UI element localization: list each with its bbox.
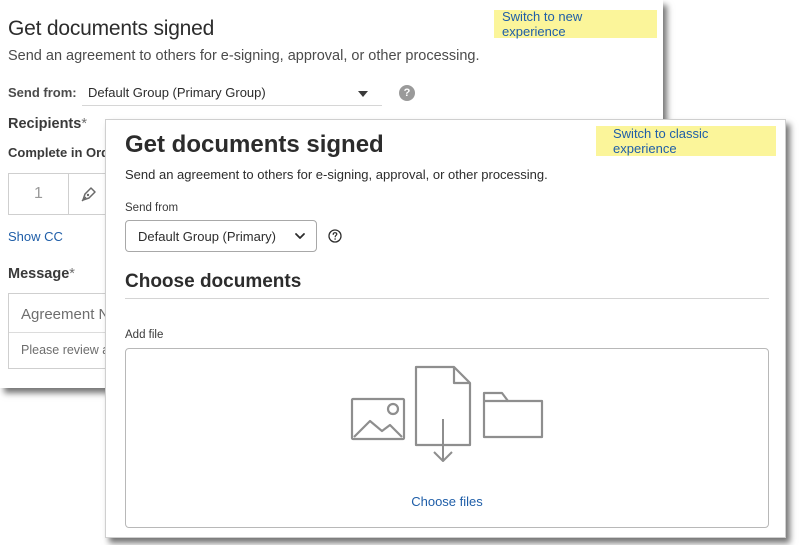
- send-from-label: Send from: [125, 202, 179, 214]
- show-cc-link[interactable]: Show CC: [8, 229, 63, 244]
- complete-in-order-label[interactable]: Complete in Ord: [8, 145, 109, 160]
- send-from-select[interactable]: Default Group (Primary Group): [82, 80, 382, 106]
- page-title: Get documents signed: [8, 17, 215, 40]
- caret-down-icon: [358, 91, 368, 97]
- new-experience-panel: Get documents signed Switch to classic e…: [105, 119, 786, 538]
- file-dropzone[interactable]: Choose files: [125, 348, 769, 528]
- send-from-value: Default Group (Primary): [138, 228, 276, 244]
- page-title: Get documents signed: [125, 131, 384, 158]
- choose-files-link[interactable]: Choose files: [126, 494, 768, 509]
- divider: [125, 298, 769, 299]
- send-from-label: Send from:: [8, 85, 77, 100]
- switch-to-classic-experience-link[interactable]: Switch to classic experience: [596, 126, 776, 156]
- page-subtitle: Send an agreement to others for e-signin…: [8, 48, 480, 64]
- add-file-label: Add file: [125, 329, 164, 341]
- send-from-value: Default Group (Primary Group): [88, 85, 266, 100]
- switch-to-new-experience-link[interactable]: Switch to new experience: [494, 9, 657, 39]
- image-icon: [350, 397, 406, 441]
- choose-documents-heading: Choose documents: [125, 271, 302, 292]
- agreement-name-input[interactable]: Agreement N: [21, 306, 109, 323]
- message-label: Message*: [8, 266, 75, 282]
- send-from-select[interactable]: Default Group (Primary): [125, 220, 317, 252]
- file-download-icon: [414, 365, 472, 462]
- help-icon[interactable]: ?: [399, 85, 415, 101]
- recipients-label: Recipients*: [8, 116, 87, 132]
- help-icon[interactable]: [328, 229, 342, 248]
- pen-icon[interactable]: [69, 174, 109, 214]
- page-subtitle: Send an agreement to others for e-signin…: [125, 167, 548, 182]
- message-input[interactable]: Please review a: [21, 343, 109, 357]
- upload-illustration: [350, 365, 544, 462]
- folder-icon: [482, 391, 544, 439]
- recipient-number: 1: [9, 174, 69, 214]
- chevron-down-icon: [294, 230, 306, 245]
